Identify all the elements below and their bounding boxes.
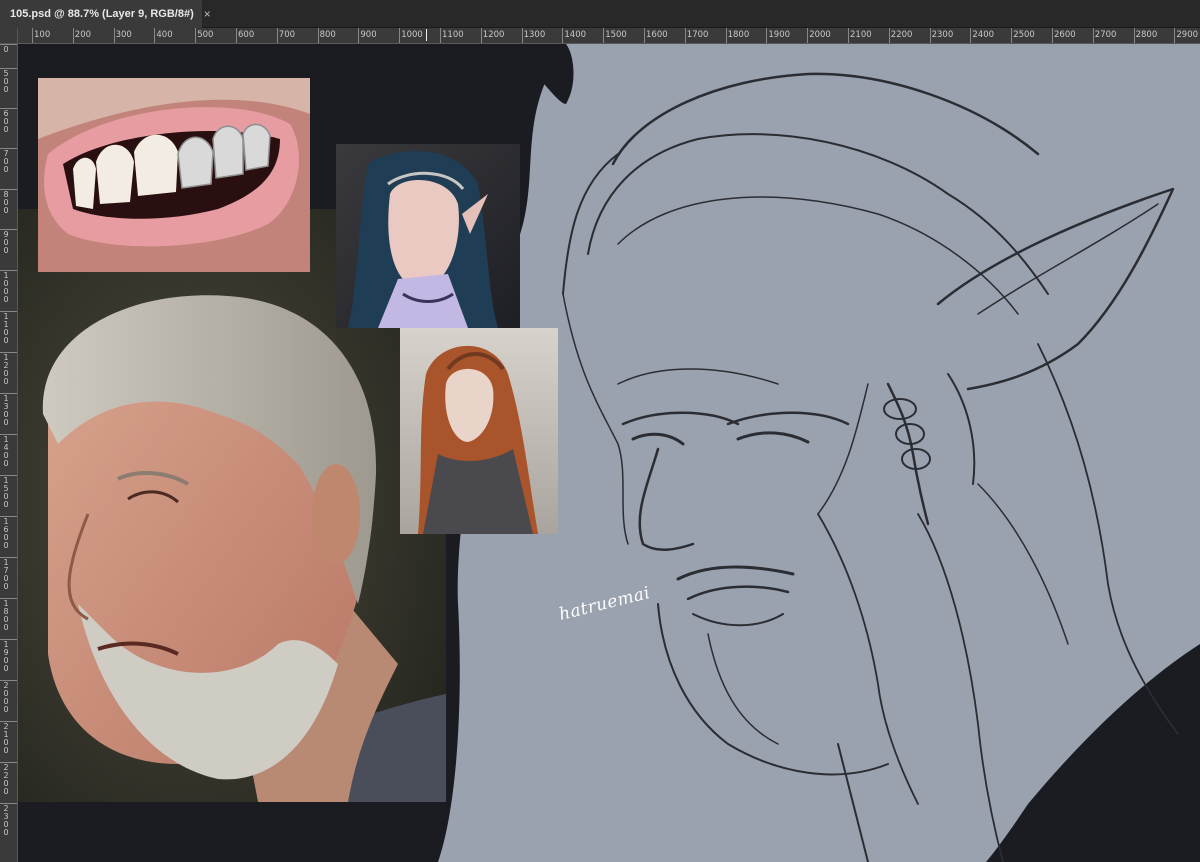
canvas-workspace[interactable]: hatruemai xyxy=(18,44,1200,862)
ruler-top-tick xyxy=(807,28,809,43)
ruler-top-tick xyxy=(888,28,890,43)
ruler-top-label: 900 xyxy=(360,30,377,40)
ruler-left-label: 600 xyxy=(3,109,9,134)
ruler-top-tick xyxy=(154,28,156,43)
ruler-left-label: 800 xyxy=(3,190,9,215)
horizontal-ruler[interactable]: 100 200 300 400 500 600 700 800 900 1000 1100 1200 1… xyxy=(18,28,1200,44)
ruler-top-label: 1600 xyxy=(646,30,668,40)
ruler-top-tick xyxy=(480,28,482,43)
ruler-left-label: 1200 xyxy=(3,353,9,386)
ruler-top-tick xyxy=(848,28,849,43)
ruler-top-tick xyxy=(317,28,319,43)
ruler-top-tick xyxy=(1133,28,1135,43)
ruler-top-tick xyxy=(766,28,768,43)
ruler-top-label: 2300 xyxy=(931,30,954,40)
ruler-left-label: 2000 xyxy=(3,681,9,714)
ruler-top-label: 2600 xyxy=(1054,30,1076,40)
ruler-top-label: 2500 xyxy=(1013,30,1035,40)
ruler-left-label: 900 xyxy=(3,230,9,255)
ruler-top-tick xyxy=(603,28,605,43)
ruler-top-label: 2000 xyxy=(809,30,831,40)
ruler-top-tick xyxy=(1052,28,1053,43)
ruler-left-label: 1100 xyxy=(3,312,9,345)
ruler-top-tick xyxy=(521,28,523,43)
ruler-left-label: 2200 xyxy=(3,763,9,796)
ruler-top-label: 2100 xyxy=(850,30,872,40)
ruler-top-label: 100 xyxy=(34,30,51,40)
ruler-left-label: 1000 xyxy=(3,271,9,304)
ruler-top-tick xyxy=(644,28,645,43)
ruler-top-tick xyxy=(113,28,115,43)
ruler-top-label: 2400 xyxy=(972,30,995,40)
ruler-top-tick xyxy=(195,28,197,43)
ruler-top-label: 200 xyxy=(74,30,92,40)
ruler-top-label: 600 xyxy=(238,30,255,40)
ruler-top-label: 500 xyxy=(197,30,214,40)
ruler-top-label: 800 xyxy=(319,30,336,40)
ruler-left-label: 2300 xyxy=(3,804,9,837)
ruler-left-label: 1300 xyxy=(3,394,9,427)
close-tab-icon[interactable]: × xyxy=(204,7,211,21)
ruler-left-label: 1600 xyxy=(3,517,9,550)
reference-photo-teeth xyxy=(38,78,310,272)
ruler-top-label: 1000 xyxy=(401,30,423,40)
ruler-top-label: 1400 xyxy=(564,30,587,40)
reference-painting-blue-elf xyxy=(336,144,520,328)
ruler-top-label: 2800 xyxy=(1135,30,1158,40)
reference-painting-red-elf xyxy=(400,328,558,534)
ruler-top-label: 1900 xyxy=(768,30,791,40)
ruler-left-label: 1500 xyxy=(3,476,9,509)
ruler-top-tick xyxy=(32,28,33,43)
ruler-top-label: 2900 xyxy=(1176,30,1199,40)
ruler-top-tick xyxy=(562,28,564,43)
ruler-left-label: 500 xyxy=(3,69,9,94)
ruler-left-label: 1400 xyxy=(3,435,9,468)
document-tab[interactable]: 105.psd @ 88.7% (Layer 9, RGB/8#) × xyxy=(0,0,211,28)
document-canvas[interactable] xyxy=(18,44,1200,862)
ruler-left-label: 2100 xyxy=(3,722,9,755)
ruler-top-tick xyxy=(1092,28,1094,43)
ruler-top-tick xyxy=(276,28,278,43)
ruler-top-tick xyxy=(236,28,237,43)
ruler-left-label: 700 xyxy=(3,149,9,174)
ruler-cursor-marker xyxy=(426,29,427,41)
ruler-left-label: 1800 xyxy=(3,599,9,632)
ruler-top-tick xyxy=(1174,28,1176,43)
ruler-left-label: 0 xyxy=(3,45,9,54)
ruler-top-tick xyxy=(358,28,360,43)
document-tab-bar: 105.psd @ 88.7% (Layer 9, RGB/8#) × xyxy=(0,0,1200,28)
ruler-top-label: 1700 xyxy=(686,30,709,40)
ruler-top-tick xyxy=(399,28,401,43)
ruler-top-tick xyxy=(440,28,441,43)
ruler-top-label: 2700 xyxy=(1094,30,1117,40)
vertical-ruler[interactable]: 0 500 600 700 800 900 1000 1100 1200 1300 1400 1500… xyxy=(0,44,18,862)
ruler-top-label: 2200 xyxy=(890,30,913,40)
ruler-top-tick xyxy=(929,28,931,43)
ruler-top-label: 1800 xyxy=(727,30,750,40)
ruler-left-label: 1900 xyxy=(3,640,9,673)
ruler-top-tick xyxy=(684,28,686,43)
ruler-top-tick xyxy=(1011,28,1013,43)
ruler-top-tick xyxy=(72,28,74,43)
ruler-top-label: 300 xyxy=(115,30,132,40)
document-tab-title: 105.psd @ 88.7% (Layer 9, RGB/8#) xyxy=(10,8,194,20)
ruler-top-label: 700 xyxy=(278,30,296,40)
ruler-top-label: 1200 xyxy=(482,30,505,40)
ruler-top-tick xyxy=(970,28,972,43)
ruler-top-label: 400 xyxy=(156,30,173,40)
ruler-left-label: 1700 xyxy=(3,558,9,591)
ruler-top-label: 1500 xyxy=(605,30,627,40)
ruler-top-tick xyxy=(725,28,727,43)
ruler-top-label: 1300 xyxy=(523,30,546,40)
ruler-top-label: 1100 xyxy=(442,30,464,40)
ruler-origin[interactable] xyxy=(0,28,18,44)
